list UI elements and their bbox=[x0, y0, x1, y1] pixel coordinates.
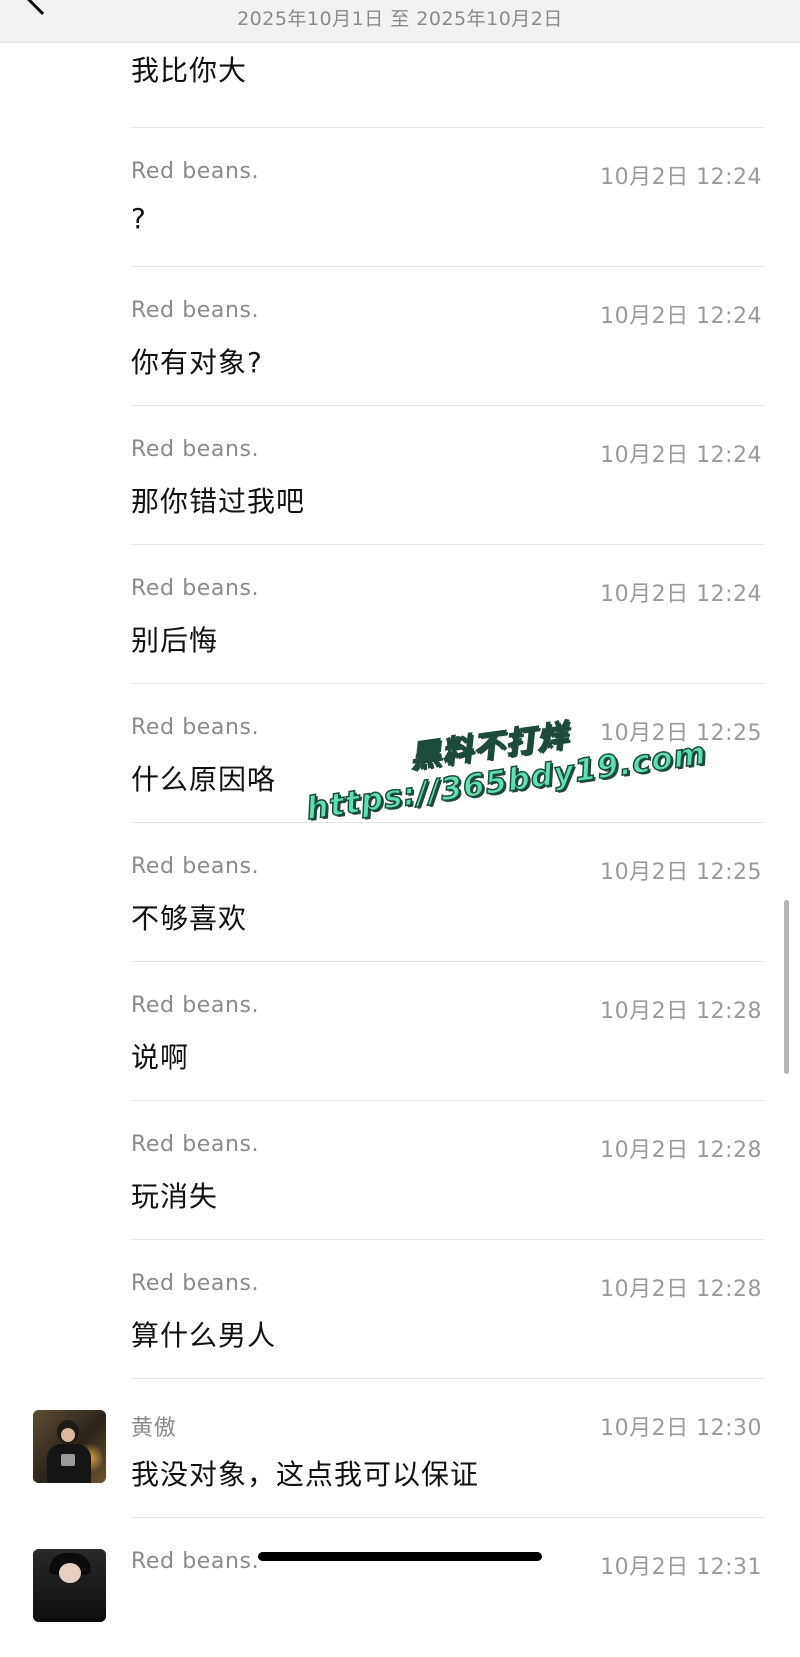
list-item[interactable]: Red beans. 10月2日 12:28 算什么男人 bbox=[0, 1240, 800, 1379]
scrollbar[interactable] bbox=[784, 900, 789, 1074]
avatar[interactable] bbox=[33, 1549, 106, 1622]
message-text: 说啊 bbox=[131, 1041, 190, 1074]
list-item[interactable]: Red beans. 10月2日 12:25 不够喜欢 bbox=[0, 823, 800, 962]
list-item[interactable]: Red beans. 10月2日 12:24 别后悔 bbox=[0, 545, 800, 684]
message-text: 什么原因咯 bbox=[131, 763, 277, 796]
sender-name: Red beans. bbox=[131, 993, 260, 1018]
sender-name: Red beans. bbox=[131, 298, 260, 323]
message-time: 10月2日 12:24 bbox=[600, 443, 762, 468]
list-item[interactable]: Red beans. 10月2日 12:31 bbox=[0, 1518, 800, 1657]
sender-name: 黄傲 bbox=[131, 1416, 177, 1441]
message-time: 10月2日 12:25 bbox=[600, 860, 762, 885]
sender-name: Red beans. bbox=[131, 1549, 260, 1574]
sender-name: Red beans. bbox=[131, 715, 260, 740]
message-time: 10月2日 12:28 bbox=[600, 1277, 762, 1302]
list-item[interactable]: Red beans. 10月2日 12:24 ? bbox=[0, 128, 800, 267]
sender-name: Red beans. bbox=[131, 576, 260, 601]
message-text: 我没对象，这点我可以保证 bbox=[131, 1458, 480, 1491]
message-time: 10月2日 12:30 bbox=[600, 1416, 762, 1441]
sender-name: Red beans. bbox=[131, 1132, 260, 1157]
list-item[interactable]: Red beans. 10月2日 12:24 你有对象? bbox=[0, 267, 800, 406]
message-text: 不够喜欢 bbox=[131, 902, 248, 935]
message-text: 玩消失 bbox=[131, 1180, 219, 1213]
message-time: 10月2日 12:24 bbox=[600, 304, 762, 329]
message-time: 10月2日 12:31 bbox=[600, 1555, 762, 1580]
message-time: 10月2日 12:24 bbox=[600, 165, 762, 190]
message-text: 你有对象? bbox=[131, 346, 263, 379]
sender-name: Red beans. bbox=[131, 1271, 260, 1296]
message-text: ? bbox=[131, 202, 147, 235]
message-text: 算什么男人 bbox=[131, 1319, 277, 1352]
list-item[interactable]: 黄傲 10月2日 12:30 我没对象，这点我可以保证 bbox=[0, 1379, 800, 1518]
message-text: 我比你大 bbox=[131, 54, 248, 87]
sender-name: Red beans. bbox=[131, 854, 260, 879]
avatar[interactable] bbox=[33, 1410, 106, 1483]
sender-name: Red beans. bbox=[131, 437, 260, 462]
message-text: 别后悔 bbox=[131, 624, 219, 657]
home-indicator[interactable] bbox=[258, 1552, 542, 1561]
message-time: 10月2日 12:24 bbox=[600, 582, 762, 607]
message-time: 10月2日 12:28 bbox=[600, 1138, 762, 1163]
top-bar: 2025年10月1日 至 2025年10月2日 bbox=[0, 0, 800, 43]
list-item[interactable]: Red beans. 10月2日 12:28 玩消失 bbox=[0, 1101, 800, 1240]
list-item[interactable]: Red beans. 10月2日 12:24 那你错过我吧 bbox=[0, 406, 800, 545]
message-text: 那你错过我吧 bbox=[131, 485, 306, 518]
date-range-title: 2025年10月1日 至 2025年10月2日 bbox=[237, 8, 563, 30]
message-time: 10月2日 12:28 bbox=[600, 999, 762, 1024]
list-item[interactable]: Red beans. 10月2日 12:28 说啊 bbox=[0, 962, 800, 1101]
sender-name: Red beans. bbox=[131, 159, 260, 184]
